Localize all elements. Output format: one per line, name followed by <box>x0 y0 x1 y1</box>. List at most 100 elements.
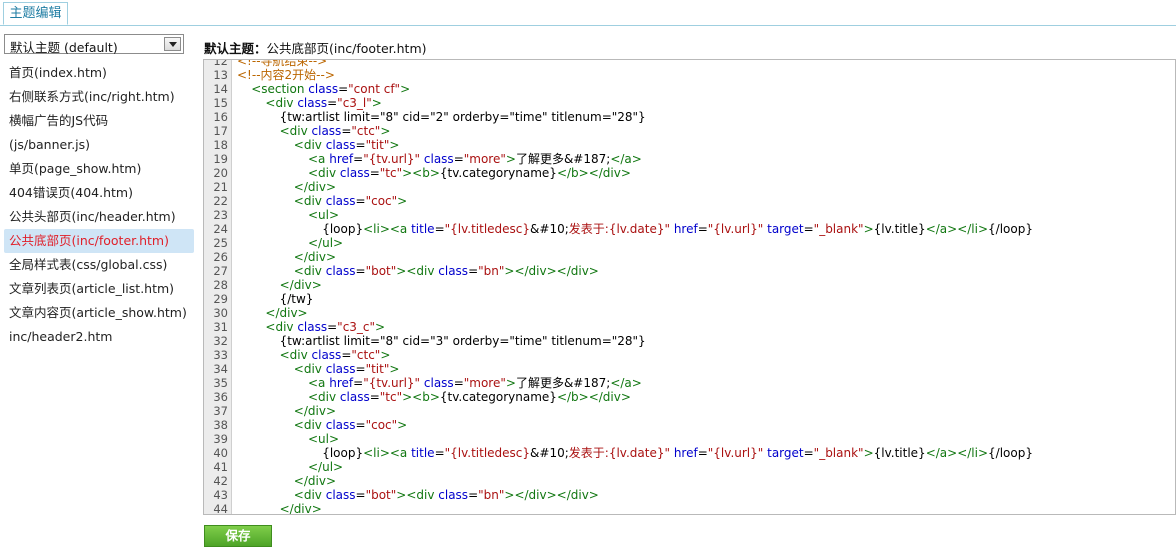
code-text: <div class="ctc"> <box>280 348 391 362</box>
code-token: "tit" <box>365 362 390 376</box>
code-line: 14 <section class="cont cf"> <box>204 82 1175 96</box>
code-token: > <box>375 320 386 334</box>
save-button[interactable]: 保存 <box>204 525 272 547</box>
code-token: <div <box>279 124 312 138</box>
code-token: > <box>397 418 408 432</box>
code-token: 了解更多&#187; <box>515 376 611 390</box>
code-token: </a> <box>610 376 642 390</box>
code-line: 31 <div class="c3_c"> <box>204 320 1175 334</box>
code-token: = <box>697 446 708 460</box>
file-list-item[interactable]: 文章内容页(article_show.htm) <box>4 301 194 325</box>
code-line: 29 {/tw} <box>204 292 1175 306</box>
file-list-item[interactable]: 首页(index.htm) <box>4 61 194 85</box>
code-line: 34 <div class="tit"> <box>204 362 1175 376</box>
code-text: <div class="c3_c"> <box>265 320 385 334</box>
code-token: = <box>369 390 380 404</box>
code-line: 32 {tw:artlist limit="8" cid="3" orderby=… <box>204 334 1175 348</box>
file-list-item[interactable]: inc/header2.htm <box>4 325 194 349</box>
line-number: 26 <box>213 250 228 264</box>
code-line: 18 <div class="tit"> <box>204 138 1175 152</box>
file-list-item[interactable]: 文章列表页(article_list.htm) <box>4 277 194 301</box>
code-line: 38 <div class="coc"> <box>204 418 1175 432</box>
file-list-item[interactable]: 右侧联系方式(inc/right.htm) <box>4 85 194 109</box>
code-token: class <box>339 390 370 404</box>
code-line: 27 <div class="bot"><div class="bn"></div… <box>204 264 1175 278</box>
code-token: ><div <box>396 488 439 502</box>
code-token: class <box>438 488 469 502</box>
code-text: </div> <box>294 250 336 264</box>
code-token: </a></li> <box>925 222 989 236</box>
code-token: </b></div> <box>556 390 631 404</box>
code-text: <div class="bot"><div class="bn"></div><… <box>294 264 599 278</box>
code-text: {tw:artlist limit="8" cid="3" orderby="t… <box>280 334 646 348</box>
code-token: class <box>325 362 356 376</box>
code-line: 43 <div class="bot"><div class="bn"></div… <box>204 488 1175 502</box>
file-list: 首页(index.htm) 右侧联系方式(inc/right.htm) 横幅广告的J… <box>4 61 194 349</box>
file-list-item[interactable]: 404错误页(404.htm) <box>4 181 194 205</box>
code-text: <div class="tc"><b>{tv.categoryname}</b>… <box>308 166 631 180</box>
code-token: > <box>389 362 400 376</box>
theme-select[interactable]: 默认主题 (default) <box>4 34 184 55</box>
file-list-item[interactable]: (js/banner.js) <box>4 133 194 157</box>
code-token: "{tv.url}" <box>363 376 421 390</box>
code-token: > <box>505 152 516 166</box>
file-list-item[interactable]: 横幅广告的JS代码 <box>4 109 194 133</box>
code-text: <div class="ctc"> <box>280 124 391 138</box>
line-number: 32 <box>213 334 228 348</box>
code-token: "ctc" <box>351 124 381 138</box>
code-line: 42 </div> <box>204 474 1175 488</box>
code-token: class <box>325 264 356 278</box>
code-token: </div> <box>279 278 322 292</box>
code-token: href <box>673 222 698 236</box>
code-token: = <box>355 138 366 152</box>
code-text: <div class="tit"> <box>294 138 400 152</box>
code-token: <!--导航结束--> <box>237 59 328 68</box>
code-token: title <box>411 446 435 460</box>
code-token: {tw:artlist limit="8" cid="3" orderby="t… <box>279 334 646 348</box>
code-text: {/tw} <box>280 292 314 306</box>
code-text: <div class="coc"> <box>294 194 407 208</box>
code-line: 33 <div class="ctc"> <box>204 348 1175 362</box>
line-number: 39 <box>213 432 228 446</box>
line-number: 15 <box>213 96 228 110</box>
code-content[interactable]: 12 <!--导航结束--> 13 <!--内容2开始--> 14 <section cl… <box>204 59 1175 514</box>
code-token: "{lv.titledesc} <box>444 222 531 236</box>
code-token: "bot" <box>365 264 397 278</box>
code-text: </div> <box>280 278 322 292</box>
code-line: 15 <div class="c3_l"> <box>204 96 1175 110</box>
code-token: "bn" <box>478 264 505 278</box>
code-token: <div <box>308 166 340 180</box>
line-number: 21 <box>213 180 228 194</box>
chevron-down-icon[interactable] <box>164 37 181 51</box>
code-text: <div class="tc"><b>{tv.categoryname}</b>… <box>308 390 631 404</box>
code-line: 24 {loop}<li><a title="{lv.titledesc}&#10… <box>204 222 1175 236</box>
code-token: > <box>389 138 400 152</box>
code-line: 36 <div class="tc"><b>{tv.categoryname}</… <box>204 390 1175 404</box>
code-token: > <box>380 124 391 138</box>
code-token: {/loop} <box>988 222 1033 236</box>
line-number: 24 <box>213 222 228 236</box>
line-number: 38 <box>213 418 228 432</box>
code-line: 23 <ul> <box>204 208 1175 222</box>
line-number: 19 <box>213 152 228 166</box>
file-list-item[interactable]: 单页(page_show.htm) <box>4 157 194 181</box>
code-token: "coc" <box>365 194 398 208</box>
code-editor[interactable]: 12 <!--导航结束--> 13 <!--内容2开始--> 14 <section cl… <box>203 59 1176 515</box>
code-text: <ul> <box>308 432 339 446</box>
code-token: "tit" <box>365 138 390 152</box>
code-token: > <box>863 222 874 236</box>
code-text: </div> <box>294 404 336 418</box>
file-list-item[interactable]: 公共头部页(inc/header.htm) <box>4 205 194 229</box>
file-list-item[interactable]: 公共底部页(inc/footer.htm) <box>4 229 194 253</box>
code-token: &#10; <box>530 222 569 236</box>
tab-theme-edit[interactable]: 主题编辑 <box>3 2 68 25</box>
file-list-item[interactable]: 全局样式表(css/global.css) <box>4 253 194 277</box>
code-token: class <box>297 96 328 110</box>
code-token: = <box>803 446 814 460</box>
code-token: </div> <box>293 404 337 418</box>
code-token: "{lv.url}" <box>707 222 764 236</box>
code-token: <div <box>293 362 326 376</box>
code-token: = <box>353 152 364 166</box>
code-token: "coc" <box>365 418 398 432</box>
code-text: <section class="cont cf"> <box>251 82 410 96</box>
